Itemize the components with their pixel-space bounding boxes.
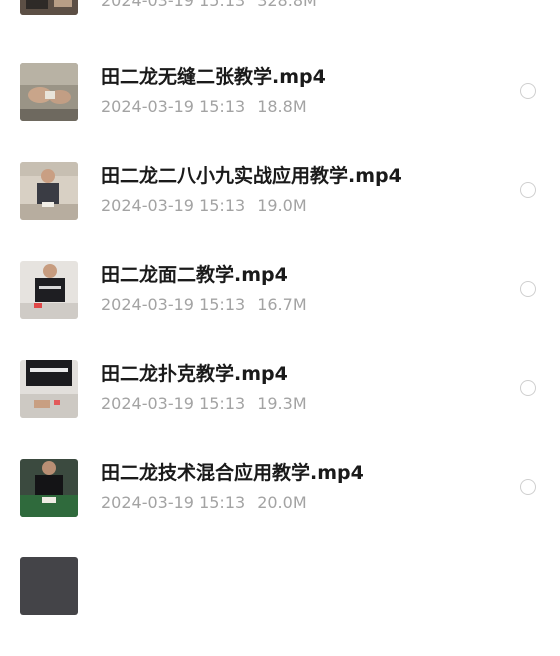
file-size: 19.0M	[257, 196, 307, 215]
file-meta: 2024-03-19 15:13 18.8M	[101, 97, 307, 117]
file-date: 2024-03-19 15:13	[101, 97, 246, 116]
file-list-item[interactable]: 田二龙二八小九实战应用教学.mp4 2024-03-19 15:13 19.0M	[0, 162, 560, 261]
file-date: 2024-03-19 15:13	[101, 394, 246, 413]
file-date: 2024-03-19 15:13	[101, 0, 246, 10]
file-list-item[interactable]: 田二龙扑克教学.mp4 2024-03-19 15:13 19.3M	[0, 360, 560, 459]
file-meta: 2024-03-19 15:13 19.0M	[101, 196, 307, 216]
video-thumbnail	[20, 162, 78, 220]
video-thumbnail	[20, 261, 78, 319]
file-name: 田二龙面二教学.mp4	[101, 264, 288, 286]
select-radio[interactable]	[520, 83, 536, 99]
file-size: 328.8M	[257, 0, 317, 10]
file-list-item[interactable]: 田二龙面二教学.mp4 2024-03-19 15:13 16.7M	[0, 261, 560, 360]
video-thumbnail	[20, 63, 78, 121]
video-thumbnail	[20, 459, 78, 517]
file-list-item[interactable]	[0, 557, 560, 656]
file-size: 16.7M	[257, 295, 307, 314]
file-list-item[interactable]: 田二龙技术混合应用教学.mp4 2024-03-19 15:13 20.0M	[0, 459, 560, 558]
select-radio[interactable]	[520, 281, 536, 297]
file-list-item[interactable]: 2024-03-19 15:13 328.8M	[0, 0, 560, 56]
file-meta: 2024-03-19 15:13 16.7M	[101, 295, 307, 315]
file-meta: 2024-03-19 15:13 19.3M	[101, 394, 307, 414]
file-meta: 2024-03-19 15:13 20.0M	[101, 493, 307, 513]
file-date: 2024-03-19 15:13	[101, 295, 246, 314]
file-name: 田二龙技术混合应用教学.mp4	[101, 462, 364, 484]
video-thumbnail	[20, 557, 78, 615]
file-name: 田二龙二八小九实战应用教学.mp4	[101, 165, 402, 187]
file-size: 20.0M	[257, 493, 307, 512]
video-thumbnail	[20, 360, 78, 418]
select-radio[interactable]	[520, 479, 536, 495]
select-radio[interactable]	[520, 380, 536, 396]
file-date: 2024-03-19 15:13	[101, 493, 246, 512]
file-meta: 2024-03-19 15:13 328.8M	[101, 0, 317, 11]
select-radio[interactable]	[520, 182, 536, 198]
file-list-item[interactable]: 田二龙无缝二张教学.mp4 2024-03-19 15:13 18.8M	[0, 63, 560, 162]
file-size: 19.3M	[257, 394, 307, 413]
file-size: 18.8M	[257, 97, 307, 116]
file-date: 2024-03-19 15:13	[101, 196, 246, 215]
file-name: 田二龙无缝二张教学.mp4	[101, 66, 326, 88]
file-name: 田二龙扑克教学.mp4	[101, 363, 288, 385]
video-thumbnail	[20, 0, 78, 15]
file-list: 2024-03-19 15:13 328.8M 田二龙无缝二张教学.mp4 202…	[0, 0, 560, 615]
